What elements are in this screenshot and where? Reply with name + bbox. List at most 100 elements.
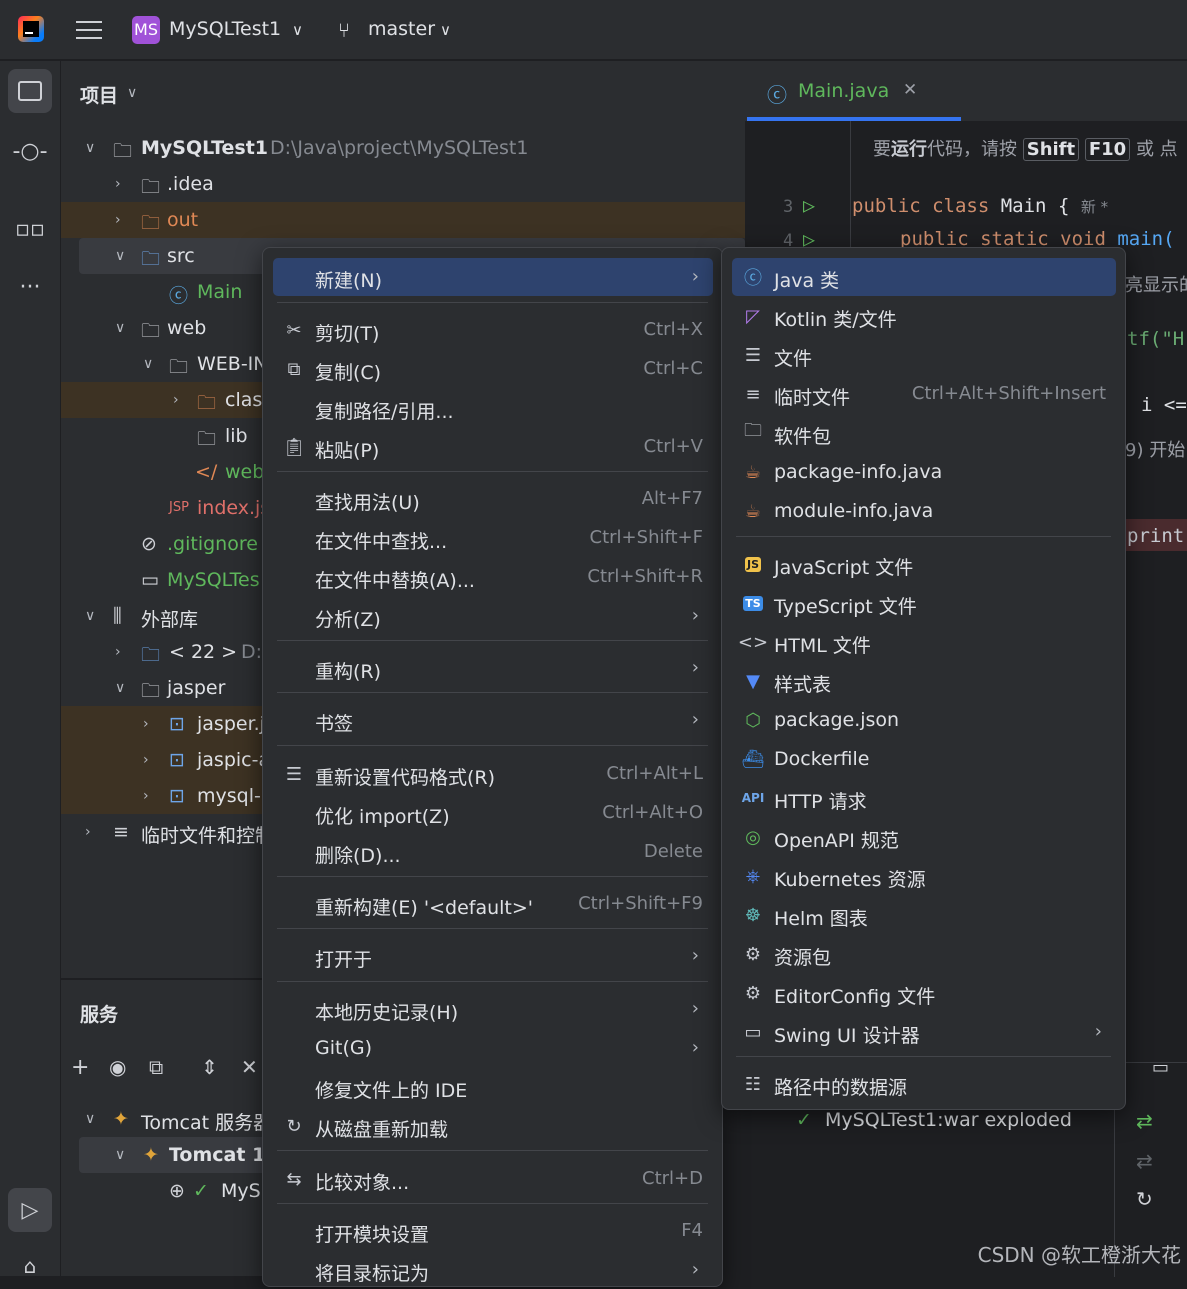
deploy-item[interactable]: MySQLTest1:war exploded <box>825 1109 1072 1131</box>
build-icon[interactable]: ⌂ <box>8 1244 52 1288</box>
expanded-chevron-icon[interactable]: ∨ <box>85 608 95 624</box>
menu-item-delete[interactable]: 删除(D)...Delete <box>273 833 713 871</box>
menu-label: EditorConfig 文件 <box>774 982 935 1009</box>
tree-row-project-root[interactable]: ∨ 🗀 MySQLTest1 D:\Java\project\MySQLTest… <box>61 130 745 166</box>
submenu-item-resource-bundle[interactable]: ⚙资源包 <box>732 935 1116 973</box>
submenu-item-package-info[interactable]: ☕︎package-info.java <box>732 453 1116 491</box>
submenu-item-http-request[interactable]: APIHTTP 请求 <box>732 779 1116 817</box>
expanded-chevron-icon[interactable]: ∨ <box>143 356 153 372</box>
collapsed-chevron-icon[interactable]: › <box>85 824 91 840</box>
run-gutter-icon[interactable]: ▷ <box>803 193 815 217</box>
menu-label: 在文件中替换(A)... <box>315 566 475 593</box>
menu-item-paste[interactable]: 📋︎粘贴(P)Ctrl+V <box>273 428 713 466</box>
expanded-chevron-icon[interactable]: ∨ <box>115 248 125 264</box>
menu-item-local-history[interactable]: 本地历史记录(H)› <box>273 990 713 1028</box>
collapse-all-icon[interactable]: ✕ <box>241 1055 258 1079</box>
menu-item-refactor[interactable]: 重构(R)› <box>273 649 713 687</box>
submenu-item-swing-ui[interactable]: ▭Swing UI 设计器› <box>732 1013 1116 1051</box>
collapsed-chevron-icon[interactable]: › <box>143 716 149 732</box>
branch-chevron-down-icon[interactable]: ∨ <box>440 21 451 39</box>
submenu-item-typescript[interactable]: TSTypeScript 文件 <box>732 584 1116 622</box>
submenu-item-file[interactable]: ☰文件 <box>732 336 1116 374</box>
intellij-logo-icon[interactable] <box>18 16 44 42</box>
menu-item-compare-with[interactable]: ⇆比较对象...Ctrl+D <box>273 1160 713 1198</box>
collapsed-chevron-icon[interactable]: › <box>143 788 149 804</box>
new-tab-icon[interactable]: ⧉ <box>149 1055 163 1079</box>
expanded-chevron-icon[interactable]: ∨ <box>85 1111 95 1127</box>
submenu-item-kubernetes[interactable]: ⎈Kubernetes 资源 <box>732 857 1116 895</box>
menu-item-find-usages[interactable]: 查找用法(U)Alt+F7 <box>273 480 713 518</box>
tree-row-out[interactable]: › 🗀 out <box>61 202 745 238</box>
menu-item-mark-directory-as[interactable]: 将目录标记为› <box>273 1251 713 1289</box>
tab-main-java[interactable]: ⓒ Main.java ✕ <box>747 61 961 121</box>
menu-item-reformat[interactable]: ☰重新设置代码格式(R)Ctrl+Alt+L <box>273 755 713 793</box>
menu-item-reload-from-disk[interactable]: ↻从磁盘重新加载 <box>273 1107 713 1145</box>
project-chevron-down-icon[interactable]: ∨ <box>292 21 303 39</box>
menu-shortcut: Ctrl+V <box>644 436 703 457</box>
menu-separator <box>277 1203 708 1204</box>
submenu-item-dockerfile[interactable]: ⛴Dockerfile <box>732 740 1116 778</box>
tree-row-idea[interactable]: › 🗀 .idea <box>61 166 745 202</box>
structure-icon[interactable]: ▫▫ <box>8 207 52 251</box>
submenu-item-package[interactable]: 🗀软件包 <box>732 414 1116 452</box>
menu-label: Helm 图表 <box>774 904 868 931</box>
undeploy-icon[interactable]: ⇄ <box>1136 1149 1153 1173</box>
menu-item-bookmarks[interactable]: 书签› <box>273 701 713 739</box>
project-panel-chevron-down-icon[interactable]: ∨ <box>127 85 137 101</box>
menu-item-replace-in-files[interactable]: 在文件中替换(A)...Ctrl+Shift+R <box>273 558 713 596</box>
submenu-item-helm[interactable]: ☸Helm 图表 <box>732 896 1116 934</box>
jdk-icon: 🗀 <box>141 641 160 670</box>
add-icon[interactable]: + <box>71 1055 89 1080</box>
expanded-chevron-icon[interactable]: ∨ <box>85 140 95 156</box>
submenu-item-module-info[interactable]: ☕︎module-info.java <box>732 492 1116 530</box>
menu-item-cut[interactable]: ✂剪切(T)Ctrl+X <box>273 311 713 349</box>
expanded-chevron-icon[interactable]: ∨ <box>115 1147 125 1163</box>
menu-item-analyze[interactable]: 分析(Z)› <box>273 597 713 635</box>
brace: { <box>1058 195 1069 217</box>
menu-item-optimize-imports[interactable]: 优化 import(Z)Ctrl+Alt+O <box>273 794 713 832</box>
submenu-item-stylesheet[interactable]: ▼样式表 <box>732 662 1116 700</box>
collapsed-chevron-icon[interactable]: › <box>115 212 121 228</box>
submenu-item-java-class[interactable]: ⓒJava 类 <box>732 258 1116 296</box>
refresh-icon[interactable]: ↻ <box>1136 1187 1153 1211</box>
submenu-item-javascript[interactable]: JSJavaScript 文件 <box>732 545 1116 583</box>
menu-item-copy[interactable]: ⧉复制(C)Ctrl+C <box>273 350 713 388</box>
menu-item-copy-path[interactable]: 复制路径/引用... <box>273 389 713 427</box>
terminal-icon[interactable]: ▭ <box>1152 1057 1169 1078</box>
services-icon[interactable]: ▷ <box>8 1188 52 1232</box>
submenu-item-html[interactable]: <>HTML 文件 <box>732 623 1116 661</box>
more-icon[interactable]: ··· <box>8 265 52 309</box>
submenu-item-openapi[interactable]: ◎OpenAPI 规范 <box>732 818 1116 856</box>
expanded-chevron-icon[interactable]: ∨ <box>115 680 125 696</box>
submenu-item-scratch-file[interactable]: ≡临时文件Ctrl+Alt+Shift+Insert <box>732 375 1116 413</box>
menu-item-module-settings[interactable]: 打开模块设置F4 <box>273 1212 713 1250</box>
collapsed-chevron-icon[interactable]: › <box>143 752 149 768</box>
menu-item-git[interactable]: Git(G)› <box>273 1029 713 1067</box>
menu-item-repair-ide[interactable]: 修复文件上的 IDE <box>273 1068 713 1106</box>
collapsed-chevron-icon[interactable]: › <box>173 392 179 408</box>
menu-item-new[interactable]: 新建(N)› <box>273 258 713 296</box>
menu-label: Java 类 <box>774 266 839 293</box>
submenu-item-data-source[interactable]: ☷路径中的数据源 <box>732 1065 1116 1103</box>
menu-item-open-in[interactable]: 打开于› <box>273 937 713 975</box>
project-name[interactable]: MySQLTest1 <box>169 18 281 40</box>
deploy-icon[interactable]: ⇄ <box>1136 1109 1153 1133</box>
expand-all-icon[interactable]: ⇕ <box>201 1055 218 1079</box>
close-tab-icon[interactable]: ✕ <box>903 80 917 100</box>
submenu-item-package-json[interactable]: ⬡package.json <box>732 701 1116 739</box>
branch-name[interactable]: master <box>368 18 435 40</box>
project-panel-title[interactable]: 项目 <box>80 81 118 108</box>
commit-icon[interactable]: -○- <box>8 129 52 173</box>
project-badge[interactable]: MS <box>132 16 160 44</box>
menu-separator <box>277 471 708 472</box>
collapsed-chevron-icon[interactable]: › <box>115 644 121 660</box>
submenu-item-kotlin[interactable]: ◸Kotlin 类/文件 <box>732 297 1116 335</box>
menu-item-rebuild[interactable]: 重新构建(E) '<default>'Ctrl+Shift+F9 <box>273 885 713 923</box>
expanded-chevron-icon[interactable]: ∨ <box>115 320 125 336</box>
project-folder-icon[interactable] <box>8 69 52 113</box>
eye-icon[interactable]: ◉ <box>109 1055 126 1079</box>
submenu-item-editorconfig[interactable]: ⚙EditorConfig 文件 <box>732 974 1116 1012</box>
menu-item-find-in-files[interactable]: 在文件中查找...Ctrl+Shift+F <box>273 519 713 557</box>
main-menu-icon[interactable] <box>76 18 102 40</box>
collapsed-chevron-icon[interactable]: › <box>115 176 121 192</box>
